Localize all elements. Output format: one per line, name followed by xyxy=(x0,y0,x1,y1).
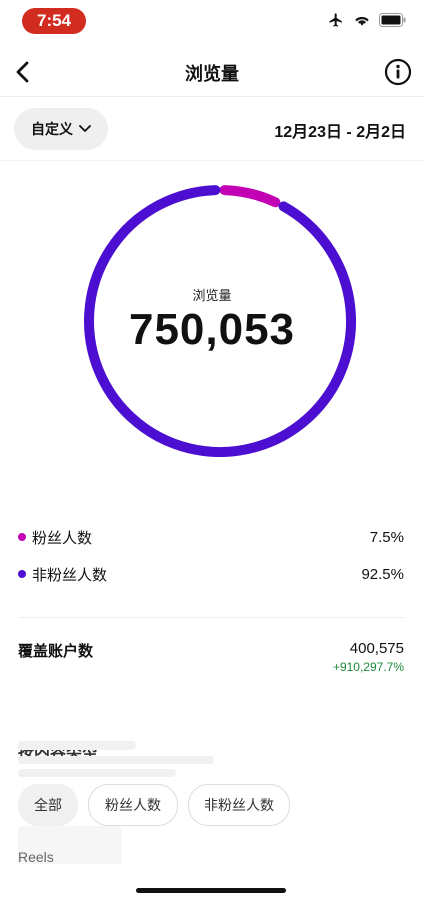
tab-followers[interactable]: 粉丝人数 xyxy=(88,784,178,826)
battery-icon xyxy=(379,13,406,27)
airplane-icon xyxy=(329,13,342,27)
legend-non-follower-label: 非粉丝人数 xyxy=(32,566,108,584)
legend-follower-label: 粉丝人数 xyxy=(32,529,93,547)
follower-dot xyxy=(18,533,26,541)
legend-non-follower: 非粉丝人数 92.5% xyxy=(18,562,404,586)
reach-value: 400,575 xyxy=(349,640,404,657)
status-time: 7:54 xyxy=(22,8,86,34)
views-label: 浏览量 xyxy=(192,288,232,303)
follower-segment xyxy=(219,185,281,208)
loading-skeleton xyxy=(18,769,176,777)
legend-follower: 粉丝人数 7.5% xyxy=(18,525,404,549)
wifi-icon xyxy=(355,16,369,26)
legend-non-follower-percent: 92.5% xyxy=(361,565,404,583)
content-type-tabs: 全部 粉丝人数 非粉丝人数 xyxy=(18,784,290,826)
reels-label: Reels xyxy=(18,849,54,865)
date-filter-label: 自定义 xyxy=(31,121,73,137)
tab-non-followers[interactable]: 非粉丝人数 xyxy=(188,784,290,826)
tab-all[interactable]: 全部 xyxy=(18,784,78,826)
status-icons xyxy=(327,12,406,28)
loading-skeleton xyxy=(18,756,214,764)
date-range: 12月23日 - 2月2日 xyxy=(274,124,406,141)
filter-row: 自定义 12月23日 - 2月2日 xyxy=(0,98,424,161)
reach-change: +910,297.7% xyxy=(332,660,404,674)
divider xyxy=(18,617,404,618)
info-icon[interactable] xyxy=(384,58,412,86)
chevron-down-icon xyxy=(79,125,91,132)
legend-follower-percent: 7.5% xyxy=(369,528,404,546)
reach-label: 覆盖账户数 xyxy=(18,643,94,660)
home-indicator[interactable] xyxy=(136,888,286,893)
views-total: 750,053 xyxy=(128,305,296,354)
nav-bar: 浏览量 xyxy=(0,48,424,97)
page-title: 浏览量 xyxy=(185,64,239,84)
status-bar: 7:54 xyxy=(0,0,424,42)
loading-skeleton xyxy=(18,741,136,750)
date-filter-button[interactable]: 自定义 xyxy=(14,108,108,150)
non-follower-dot xyxy=(18,570,26,578)
